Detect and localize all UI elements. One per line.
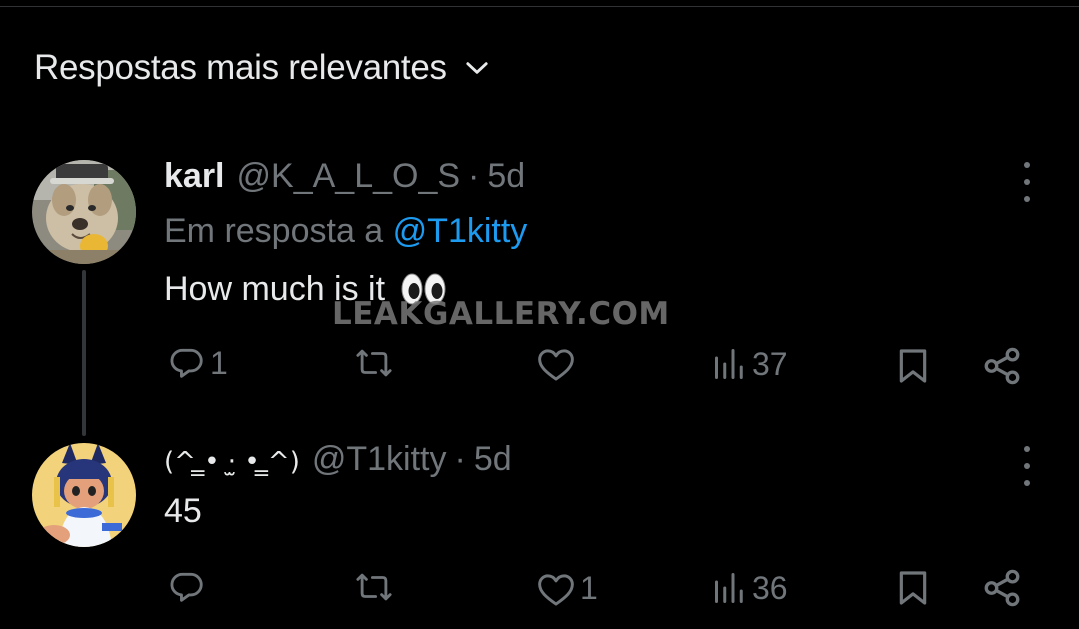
thread-connector-line xyxy=(82,270,86,436)
more-options-icon[interactable] xyxy=(1015,162,1039,202)
reply-mention-link[interactable]: @T1kitty xyxy=(393,212,528,250)
reply-icon xyxy=(170,572,203,602)
bookmark-button[interactable] xyxy=(893,567,933,609)
views-button[interactable]: 36 xyxy=(712,569,788,607)
avatar-karl[interactable] xyxy=(32,160,136,264)
reply-context: Em resposta a @T1kitty xyxy=(164,212,527,251)
share-button[interactable] xyxy=(981,345,1023,387)
top-divider xyxy=(0,6,1079,7)
avatar-t1kitty[interactable] xyxy=(32,443,136,547)
reply-button[interactable]: 1 xyxy=(168,344,228,382)
share-button[interactable] xyxy=(981,567,1023,609)
repost-button[interactable] xyxy=(354,568,398,606)
bookmark-button[interactable] xyxy=(893,345,933,387)
views-bar-chart-icon xyxy=(715,349,743,379)
separator-dot: · xyxy=(468,157,480,195)
post-timestamp[interactable]: 5d xyxy=(474,440,512,479)
like-count: 1 xyxy=(580,570,598,606)
display-name[interactable]: karl xyxy=(164,157,225,196)
post-header: (^ ̳• ·̫ • ̳^) @T1kitty · 5d xyxy=(164,440,512,479)
reply-button[interactable] xyxy=(168,568,210,606)
reply-context-label: Em resposta a xyxy=(164,212,384,250)
bookmark-icon xyxy=(899,349,927,383)
reply-count: 1 xyxy=(210,344,228,381)
heart-icon xyxy=(538,573,574,606)
views-count: 37 xyxy=(752,345,788,382)
more-options-icon[interactable] xyxy=(1015,446,1039,486)
repost-icon xyxy=(356,349,392,377)
watermark: LEAKGALLERY.COM xyxy=(332,296,670,332)
display-name[interactable]: (^ ̳• ·̫ • ̳^) xyxy=(164,447,300,477)
post-text-content: 45 xyxy=(164,492,202,530)
repost-icon xyxy=(356,573,392,601)
post-text: 45 xyxy=(164,492,202,531)
post-timestamp[interactable]: 5d xyxy=(487,157,525,196)
post-header: karl @K_A_L_O_S · 5d xyxy=(164,157,525,196)
share-icon xyxy=(984,347,1020,385)
bookmark-icon xyxy=(899,571,927,605)
views-bar-chart-icon xyxy=(715,573,743,603)
replies-sort-label: Respostas mais relevantes xyxy=(34,48,447,87)
like-button[interactable] xyxy=(536,346,580,382)
views-count: 36 xyxy=(752,569,788,606)
replies-sort-dropdown[interactable]: Respostas mais relevantes xyxy=(34,48,491,88)
repost-button[interactable] xyxy=(354,344,398,382)
reply-icon xyxy=(170,348,203,378)
share-icon xyxy=(984,569,1020,607)
separator-dot: · xyxy=(454,440,466,478)
heart-icon xyxy=(538,349,574,381)
chevron-down-icon xyxy=(463,54,491,82)
like-button[interactable]: 1 xyxy=(536,570,598,607)
views-button[interactable]: 37 xyxy=(712,345,788,383)
user-handle[interactable]: @T1kitty xyxy=(312,440,447,479)
user-handle[interactable]: @K_A_L_O_S xyxy=(237,157,461,196)
